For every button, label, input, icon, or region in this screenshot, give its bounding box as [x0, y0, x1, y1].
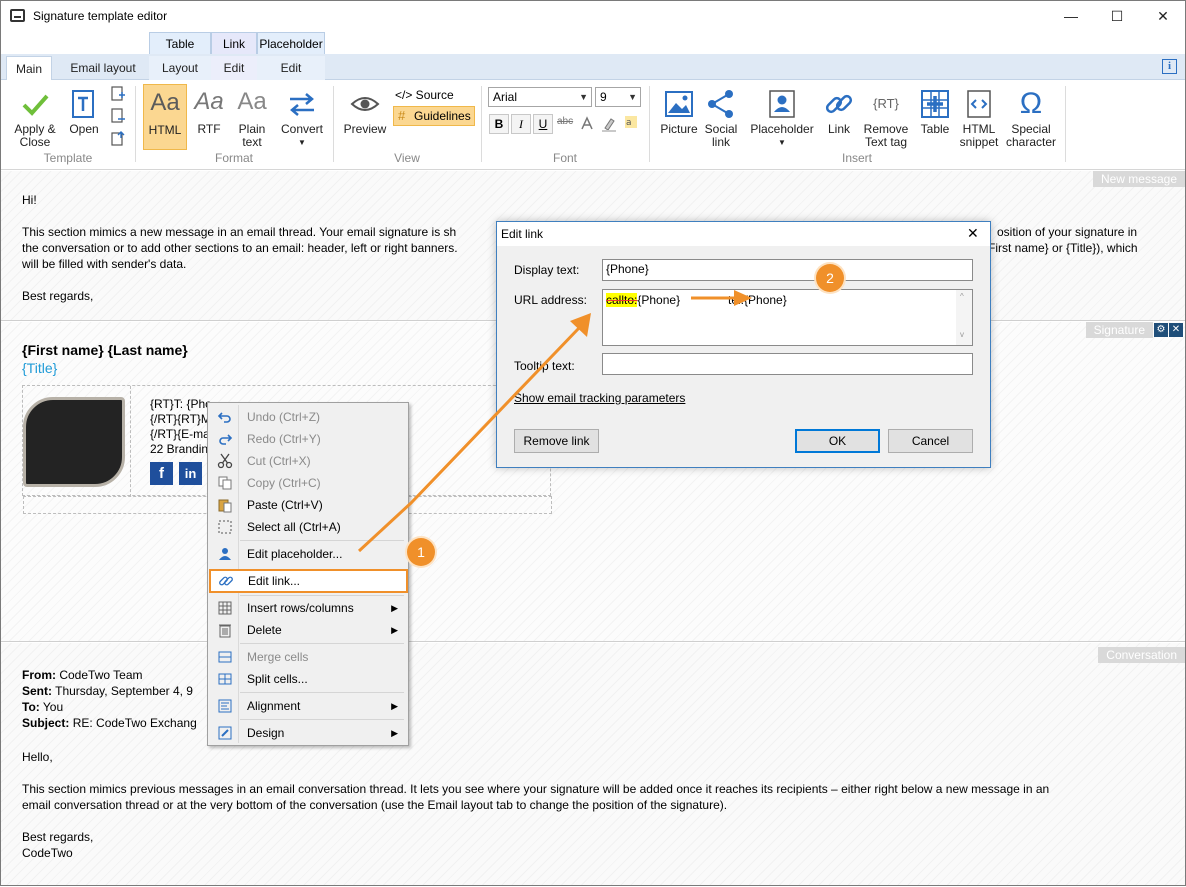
annotation-arrows	[357, 290, 752, 553]
step-badge-2: 2	[816, 264, 844, 292]
app-window: Signature template editor — ☐ ✕ Table Li…	[0, 0, 1186, 886]
step-badge-1: 1	[407, 538, 435, 566]
